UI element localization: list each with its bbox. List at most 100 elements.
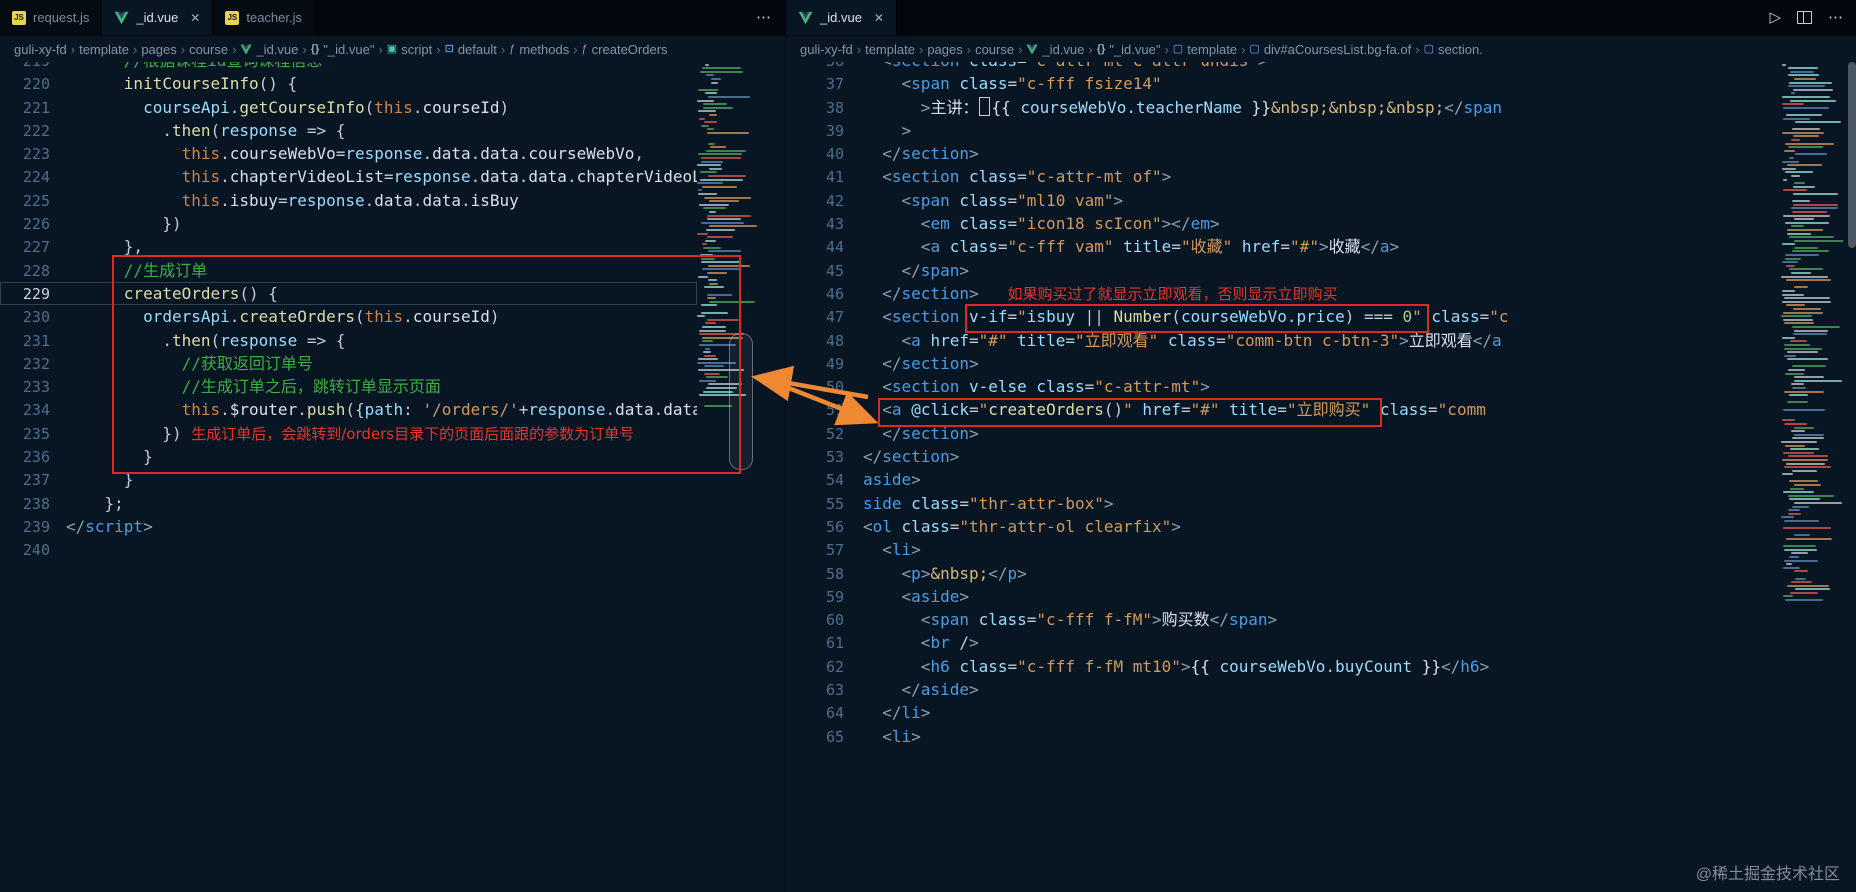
code-line-233[interactable]: 233 //生成订单之后，跳转订单显示页面 — [0, 375, 697, 398]
breadcrumb-guli-xy-fd[interactable]: guli-xy-fd — [800, 42, 853, 57]
breadcrumb-guli-xy-fd[interactable]: guli-xy-fd — [14, 42, 67, 57]
line-content: </section> — [863, 447, 960, 467]
right-code-lines[interactable]: 36 <section class="c-attr-mt c-attr-undi… — [786, 62, 1781, 748]
right-scrollbar-slider[interactable] — [1848, 62, 1856, 248]
breadcrumb-div#aCoursesList.bg-fa.of[interactable]: ▢ div#aCoursesList.bg-fa.of — [1249, 42, 1411, 57]
left-editor[interactable]: 219 //根据课程id查询课程信息220 initCourseInfo() {… — [0, 62, 785, 892]
tab-teacher.js[interactable]: JS teacher.js — [213, 0, 316, 35]
code-line-56[interactable]: 56 <ol class="thr-attr-ol clearfix"> — [786, 515, 1781, 538]
code-line-222[interactable]: 222 .then(response => { — [0, 119, 697, 142]
run-code-icon[interactable]: ▷ — [1769, 10, 1781, 25]
code-line-232[interactable]: 232 //获取返回订单号 — [0, 352, 697, 375]
minimap-bar — [1781, 419, 1796, 422]
code-line-229[interactable]: 229 createOrders() { — [0, 282, 697, 305]
breadcrumb-script[interactable]: ▣ script — [387, 42, 432, 57]
code-line-46[interactable]: 46 </section> 如果购买过了就显示立即观看，否则显示立即购买 — [786, 282, 1781, 305]
code-line-50[interactable]: 50 <section v-else class="c-attr-mt"> — [786, 375, 1781, 398]
code-line-226[interactable]: 226 }) — [0, 212, 697, 235]
code-line-65[interactable]: 65 <li> — [786, 725, 1781, 748]
breadcrumb-createOrders[interactable]: ƒ createOrders — [582, 42, 668, 57]
close-icon[interactable]: ✕ — [190, 11, 200, 25]
left-code-lines[interactable]: 219 //根据课程id查询课程信息220 initCourseInfo() {… — [0, 62, 697, 562]
code-line-39[interactable]: 39 > — [786, 119, 1781, 142]
code-line-240[interactable]: 240 — [0, 538, 697, 561]
code-line-235[interactable]: 235 }) 生成订单后，会跳转到/orders目录下的页面后面跟的参数为订单号 — [0, 422, 697, 445]
code-line-54[interactable]: 54 aside> — [786, 468, 1781, 491]
minimap-bar — [1786, 401, 1809, 404]
line-number: 49 — [825, 354, 844, 373]
right-minimap[interactable] — [1781, 62, 1843, 892]
code-line-61[interactable]: 61 <br /> — [786, 631, 1781, 654]
code-line-43[interactable]: 43 <em class="icon18 scIcon"></em> — [786, 212, 1781, 235]
breadcrumb-course[interactable]: course — [975, 42, 1014, 57]
line-content: //生成订单之后，跳转订单显示页面 — [66, 377, 441, 397]
code-line-239[interactable]: 239 </script> — [0, 515, 697, 538]
code-line-42[interactable]: 42 <span class="ml10 vam"> — [786, 189, 1781, 212]
code-line-224[interactable]: 224 this.chapterVideoList=response.data.… — [0, 165, 697, 188]
right-scrollbar[interactable] — [1847, 62, 1856, 892]
code-line-57[interactable]: 57 <li> — [786, 538, 1781, 561]
tab-request.js[interactable]: JS request.js — [0, 0, 103, 35]
code-line-55[interactable]: 55 side class="thr-attr-box"> — [786, 492, 1781, 515]
code-line-238[interactable]: 238 }; — [0, 492, 697, 515]
chevron-right-icon: › — [966, 42, 972, 57]
code-line-59[interactable]: 59 <aside> — [786, 585, 1781, 608]
breadcrumb-template[interactable]: template — [79, 42, 129, 57]
split-editor-icon[interactable] — [1797, 11, 1812, 24]
more-actions-icon[interactable]: ⋯ — [1828, 10, 1843, 25]
code-line-51[interactable]: 51 <a @click="createOrders()" href="#" t… — [786, 398, 1781, 421]
code-line-45[interactable]: 45 </span> — [786, 259, 1781, 282]
code-line-48[interactable]: 48 <a href="#" title="立即观看" class="comm-… — [786, 329, 1781, 352]
code-line-237[interactable]: 237 } — [0, 468, 697, 491]
code-line-41[interactable]: 41 <section class="c-attr-mt of"> — [786, 165, 1781, 188]
code-line-220[interactable]: 220 initCourseInfo() { — [0, 72, 697, 95]
code-line-58[interactable]: 58 <p>&nbsp;</p> — [786, 562, 1781, 585]
breadcrumb-_id.vue[interactable]: _id.vue — [1026, 42, 1084, 57]
code-line-219[interactable]: 219 //根据课程id查询课程信息 — [0, 62, 697, 72]
breadcrumb-methods[interactable]: ƒ methods — [509, 42, 569, 57]
tab-_id.vue[interactable]: _id.vue ✕ — [102, 0, 214, 35]
code-line-52[interactable]: 52 </section> — [786, 422, 1781, 445]
code-line-64[interactable]: 64 </li> — [786, 701, 1781, 724]
code-line-228[interactable]: 228 //生成订单 — [0, 259, 697, 282]
code-line-44[interactable]: 44 <a class="c-fff vam" title="收藏" href=… — [786, 235, 1781, 258]
breadcrumb-default[interactable]: ⊡ default — [445, 42, 497, 57]
code-line-53[interactable]: 53 </section> — [786, 445, 1781, 468]
close-icon[interactable]: ✕ — [874, 11, 884, 25]
tab-_id.vue[interactable]: _id.vue ✕ — [786, 0, 897, 35]
code-line-36[interactable]: 36 <section class="c-attr-mt c-attr-undi… — [786, 62, 1781, 72]
breadcrumb-_id.vue[interactable]: {} "_id.vue" — [311, 42, 375, 57]
code-line-37[interactable]: 37 <span class="c-fff fsize14" — [786, 72, 1781, 95]
minimap-bar — [1789, 480, 1819, 483]
code-line-49[interactable]: 49 </section> — [786, 352, 1781, 375]
line-content: </section> — [882, 423, 979, 443]
breadcrumb-template[interactable]: ▢ template — [1173, 42, 1237, 57]
breadcrumb-template[interactable]: template — [865, 42, 915, 57]
left-minimap-slider[interactable] — [729, 333, 753, 470]
code-line-227[interactable]: 227 }, — [0, 235, 697, 258]
code-line-234[interactable]: 234 this.$router.push({path: '/orders/'+… — [0, 398, 697, 421]
breadcrumb-course[interactable]: course — [189, 42, 228, 57]
minimap-bar — [697, 189, 703, 192]
code-line-40[interactable]: 40 </section> — [786, 142, 1781, 165]
code-line-63[interactable]: 63 </aside> — [786, 678, 1781, 701]
code-line-47[interactable]: 47 <section v-if="isbuy || Number(course… — [786, 305, 1781, 328]
breadcrumb-_id.vue[interactable]: _id.vue — [240, 42, 298, 57]
code-line-38[interactable]: 38 >主讲：{{ courseWebVo.teacherName }}&nbs… — [786, 96, 1781, 119]
line-number: 62 — [825, 657, 844, 676]
breadcrumb-pages[interactable]: pages — [141, 42, 176, 57]
right-editor[interactable]: 36 <section class="c-attr-mt c-attr-undi… — [786, 62, 1856, 892]
code-line-221[interactable]: 221 courseApi.getCourseInfo(this.courseI… — [0, 96, 697, 119]
code-line-223[interactable]: 223 this.courseWebVo=response.data.data.… — [0, 142, 697, 165]
code-line-230[interactable]: 230 ordersApi.createOrders(this.courseId… — [0, 305, 697, 328]
code-line-225[interactable]: 225 this.isbuy=response.data.data.isBuy — [0, 189, 697, 212]
code-line-236[interactable]: 236 } — [0, 445, 697, 468]
more-actions-icon[interactable]: ⋯ — [756, 10, 771, 25]
breadcrumb-pages[interactable]: pages — [927, 42, 962, 57]
breadcrumb-_id.vue[interactable]: {} "_id.vue" — [1097, 42, 1161, 57]
code-line-62[interactable]: 62 <h6 class="c-fff f-fM mt10">{{ course… — [786, 655, 1781, 678]
code-line-231[interactable]: 231 .then(response => { — [0, 329, 697, 352]
code-line-60[interactable]: 60 <span class="c-fff f-fM">购买数</span> — [786, 608, 1781, 631]
breadcrumb-section.[interactable]: ▢ section. — [1424, 42, 1483, 57]
left-minimap[interactable] — [697, 62, 759, 892]
